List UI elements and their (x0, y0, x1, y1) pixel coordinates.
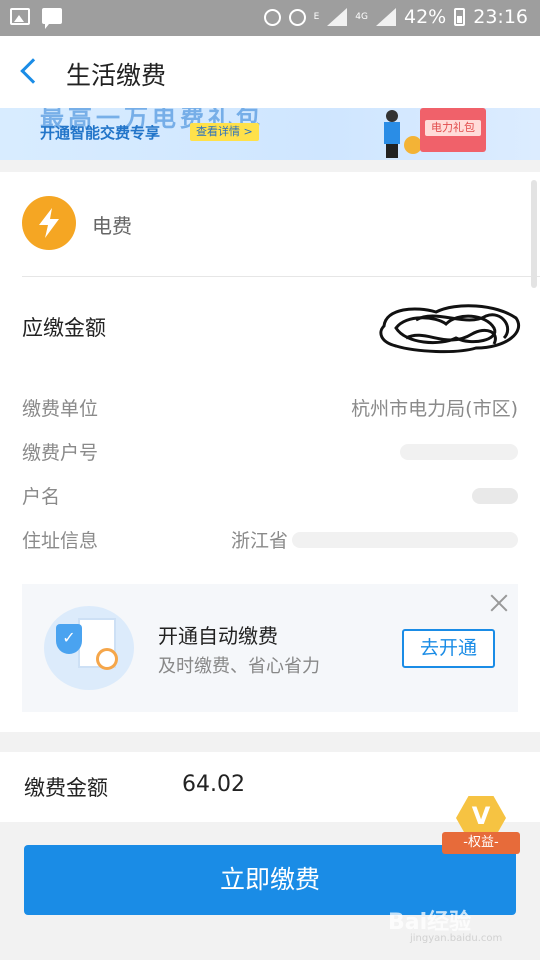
payment-amount-label: 缴费金额 (24, 776, 108, 800)
auto-pay-illustration: ✓ (44, 606, 134, 690)
info-label: 住址信息 (22, 530, 99, 552)
chevron-left-icon[interactable] (20, 58, 46, 84)
rights-badge[interactable]: V -权益- (442, 796, 520, 860)
auto-pay-subtitle: 及时缴费、省心省力 (158, 656, 320, 677)
gallery-notification-icon (10, 8, 30, 25)
info-row-unit: 缴费单位 杭州市电力局(市区) (22, 394, 518, 422)
auto-pay-title: 开通自动缴费 (158, 624, 278, 648)
divider (22, 276, 540, 277)
lightning-bolt-icon (22, 196, 76, 250)
battery-percent: 42% (404, 6, 447, 28)
sim-indicator: E (313, 11, 320, 22)
nfc-icon (263, 8, 281, 26)
amount-due-scribble (379, 304, 520, 354)
page-title: 生活缴费 (66, 61, 167, 90)
message-notification-icon (42, 8, 62, 29)
banner-details-button[interactable]: 查看详情 > (190, 123, 259, 141)
payment-amount-input[interactable]: 64.02 (182, 772, 245, 797)
info-label: 户名 (22, 486, 61, 508)
redacted-value (472, 488, 518, 504)
battery-icon (454, 8, 466, 26)
close-icon[interactable] (490, 594, 508, 612)
bill-type-label: 电费 (92, 214, 132, 238)
info-row-account: 缴费户号 (22, 438, 518, 466)
watermark-logo: Bai经验 (388, 910, 472, 935)
signal-icon (327, 8, 348, 26)
info-label: 缴费单位 (22, 398, 99, 420)
scrollbar[interactable] (531, 180, 537, 288)
info-row-address: 住址信息 浙江省 (22, 526, 518, 554)
alarm-icon (288, 8, 306, 26)
info-row-name: 户名 (22, 482, 518, 510)
info-value: 浙江省 (230, 530, 288, 552)
network-type: 4G (355, 11, 368, 22)
banner-subtitle: 开通智能交费专享 (40, 124, 161, 142)
redacted-value (292, 532, 518, 548)
info-label: 缴费户号 (22, 442, 99, 464)
auto-pay-card: ✓ 开通自动缴费 及时缴费、省心省力 去开通 (22, 584, 518, 712)
promo-banner[interactable]: 最高一万电费礼包 开通智能交费专享 查看详情 > 电力礼包 (0, 108, 540, 160)
gift-box-illustration: 电力礼包 (420, 108, 486, 152)
info-value: 杭州市电力局(市区) (351, 398, 518, 420)
status-bar: E 4G 42% 23:16 (0, 0, 540, 36)
clock-time: 23:16 (473, 6, 528, 28)
signal-icon-2 (376, 8, 396, 26)
amount-due-label: 应缴金额 (22, 316, 106, 340)
gift-box-label: 电力礼包 (425, 120, 481, 136)
bill-card: 电费 应缴金额 缴费单位 杭州市电力局(市区) 缴费户号 户名 住址信息 浙江省… (0, 172, 540, 732)
person-illustration (380, 108, 404, 160)
title-bar: 生活缴费 (0, 36, 540, 108)
watermark-url: jingyan.baidu.com (410, 933, 503, 944)
rights-badge-label: -权益- (442, 832, 520, 854)
enable-auto-pay-button[interactable]: 去开通 (402, 629, 495, 668)
redacted-value (400, 444, 518, 460)
